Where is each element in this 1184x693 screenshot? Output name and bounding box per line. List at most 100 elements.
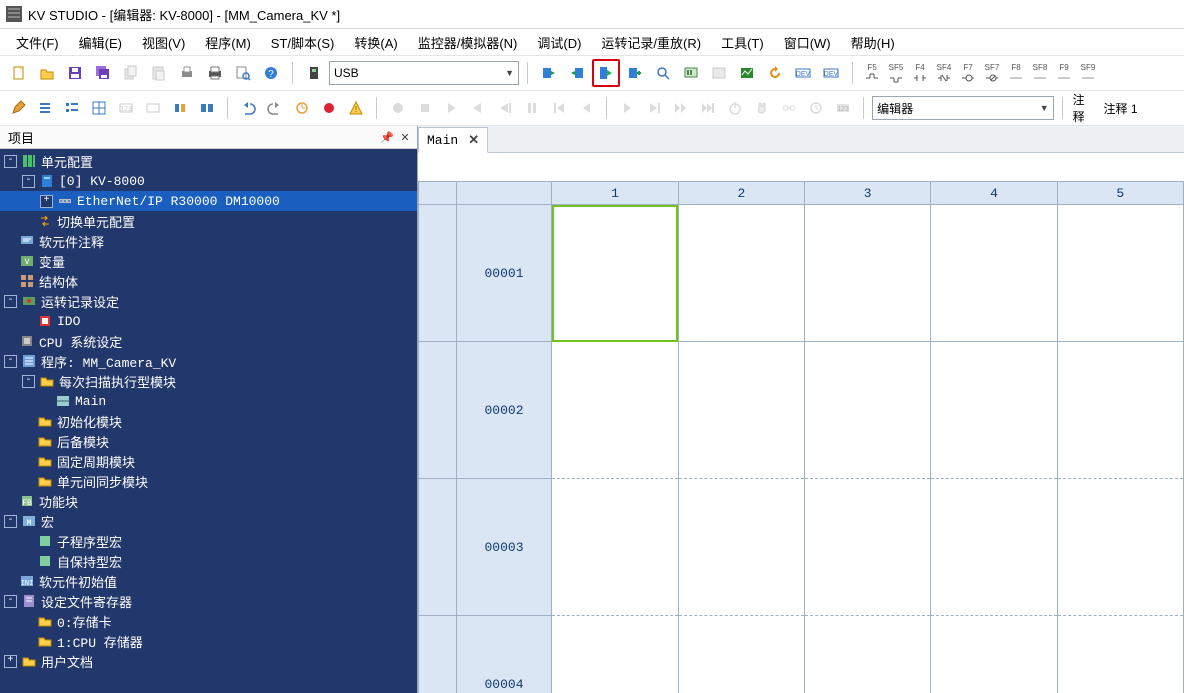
col-header[interactable]: 1 <box>552 182 678 205</box>
first-button[interactable] <box>547 95 572 121</box>
tab-main[interactable]: Main ✕ <box>418 127 488 153</box>
tree-node[interactable]: INI软元件初始值 <box>0 571 417 591</box>
gray-tool-1-button[interactable] <box>706 60 732 86</box>
row-header[interactable]: 00004 <box>456 616 552 693</box>
rec-button[interactable] <box>385 95 410 121</box>
project-tree[interactable]: -单元配置-[0] KV-8000+EtherNet/IP R30000 DM1… <box>0 149 417 693</box>
col-header[interactable]: 5 <box>1057 182 1183 205</box>
tree-node[interactable]: V变量 <box>0 251 417 271</box>
col-header[interactable]: 2 <box>678 182 804 205</box>
tree-node[interactable]: FB功能块 <box>0 491 417 511</box>
clock-button[interactable] <box>803 95 828 121</box>
tree-node[interactable]: 1:CPU 存储器 <box>0 631 417 651</box>
redo-button[interactable] <box>263 95 288 121</box>
fkey-sf7[interactable]: SF7 <box>981 64 1003 83</box>
ladder-cell[interactable] <box>552 205 678 342</box>
collapse-icon[interactable]: - <box>4 515 17 528</box>
ladder-cell[interactable] <box>805 479 931 616</box>
list2-button[interactable] <box>60 95 85 121</box>
fkey-sf4[interactable]: SF4 <box>933 64 955 83</box>
grid-button[interactable] <box>87 95 112 121</box>
copy-unit-button[interactable] <box>118 60 144 86</box>
tree-node[interactable]: 结构体 <box>0 271 417 291</box>
tree-node[interactable]: -每次扫描执行型模块 <box>0 371 417 391</box>
connection-combo[interactable]: USB ▼ <box>329 61 519 85</box>
collapse-icon[interactable]: - <box>4 295 17 308</box>
collapse-icon[interactable]: - <box>4 595 17 608</box>
prev-button[interactable] <box>573 95 598 121</box>
find-button[interactable] <box>650 60 676 86</box>
device-monitor-button[interactable] <box>678 60 704 86</box>
tree-node[interactable]: +EtherNet/IP R30000 DM10000 <box>0 191 417 211</box>
fkey-sf9[interactable]: SF9 <box>1077 64 1099 83</box>
tree-node[interactable]: 子程序型宏 <box>0 531 417 551</box>
pause-button[interactable] <box>520 95 545 121</box>
menu-convert[interactable]: 转换(A) <box>346 30 405 55</box>
collapse-icon[interactable]: - <box>4 155 17 168</box>
help-button[interactable]: ? <box>258 60 284 86</box>
fkey-f8[interactable]: F8 <box>1005 64 1027 83</box>
print-button[interactable] <box>202 60 228 86</box>
dev1-button[interactable]: DEV <box>790 60 816 86</box>
menu-record[interactable]: 运转记录/重放(R) <box>593 30 709 55</box>
tree-node[interactable]: 自保持型宏 <box>0 551 417 571</box>
digital-button[interactable]: 123 <box>830 95 855 121</box>
mode-combo[interactable]: 编辑器 ▼ <box>872 96 1054 120</box>
ladder-cell[interactable] <box>805 342 931 479</box>
menu-help[interactable]: 帮助(H) <box>843 30 903 55</box>
dev2-button[interactable]: DEV <box>818 60 844 86</box>
transfer-write-button[interactable] <box>564 60 590 86</box>
row-header[interactable]: 00002 <box>456 342 552 479</box>
fkey-sf8[interactable]: SF8 <box>1029 64 1051 83</box>
tree-node[interactable]: -程序: MM_Camera_KV <box>0 351 417 371</box>
watch-button[interactable] <box>290 95 315 121</box>
ladder-cell[interactable] <box>552 479 678 616</box>
ladder-cell[interactable] <box>552 616 678 693</box>
ladder-cell[interactable] <box>1057 479 1183 616</box>
transfer-read-button[interactable] <box>536 60 562 86</box>
fkey-f4[interactable]: F4 <box>909 64 931 83</box>
ladder-cell[interactable] <box>931 342 1057 479</box>
tab-close-icon[interactable]: ✕ <box>468 133 479 148</box>
print-setup-button[interactable] <box>174 60 200 86</box>
print-preview-button[interactable] <box>230 60 256 86</box>
collapse-icon[interactable]: - <box>4 355 17 368</box>
pin-icon[interactable]: 📌 <box>379 129 395 145</box>
fkey-f9[interactable]: F9 <box>1053 64 1075 83</box>
last-button[interactable] <box>642 95 667 121</box>
col-header[interactable]: 4 <box>931 182 1057 205</box>
note-combo[interactable]: 注释 1 <box>1100 97 1184 119</box>
tree-node[interactable]: 0:存储卡 <box>0 611 417 631</box>
tree-node[interactable]: -设定文件寄存器 <box>0 591 417 611</box>
menu-monitor[interactable]: 监控器/模拟器(N) <box>410 30 526 55</box>
ladder-cell[interactable] <box>678 616 804 693</box>
fkey-sf5[interactable]: SF5 <box>885 64 907 83</box>
expand-icon[interactable]: + <box>40 195 53 208</box>
ladder-cell[interactable] <box>1057 342 1183 479</box>
menu-debug[interactable]: 调试(D) <box>529 30 589 55</box>
tree-node[interactable]: IDO <box>0 311 417 331</box>
menu-window[interactable]: 窗口(W) <box>776 30 839 55</box>
paste-unit-button[interactable] <box>146 60 172 86</box>
tree-node[interactable]: 切换单元配置 <box>0 211 417 231</box>
edit-pencil-button[interactable] <box>6 95 31 121</box>
chart-green-button[interactable] <box>734 60 760 86</box>
tree-node[interactable]: -单元配置 <box>0 151 417 171</box>
ladder-cell[interactable] <box>678 342 804 479</box>
save-all-button[interactable] <box>90 60 116 86</box>
link-button[interactable] <box>776 95 801 121</box>
menu-script[interactable]: ST/脚本(S) <box>263 30 343 55</box>
ladder-cell[interactable] <box>678 479 804 616</box>
close-icon[interactable]: ✕ <box>397 129 413 145</box>
tree-node[interactable]: -M宏 <box>0 511 417 531</box>
ladder-cell[interactable] <box>552 342 678 479</box>
step-back-button[interactable] <box>466 95 491 121</box>
menu-view[interactable]: 视图(V) <box>134 30 193 55</box>
new-file-button[interactable] <box>6 60 32 86</box>
ladder-cell[interactable] <box>1057 616 1183 693</box>
play-button[interactable] <box>439 95 464 121</box>
menu-file[interactable]: 文件(F) <box>8 30 67 55</box>
ffwd-button[interactable] <box>669 95 694 121</box>
row-header[interactable]: 00003 <box>456 479 552 616</box>
tree-node[interactable]: CPU 系统设定 <box>0 331 417 351</box>
